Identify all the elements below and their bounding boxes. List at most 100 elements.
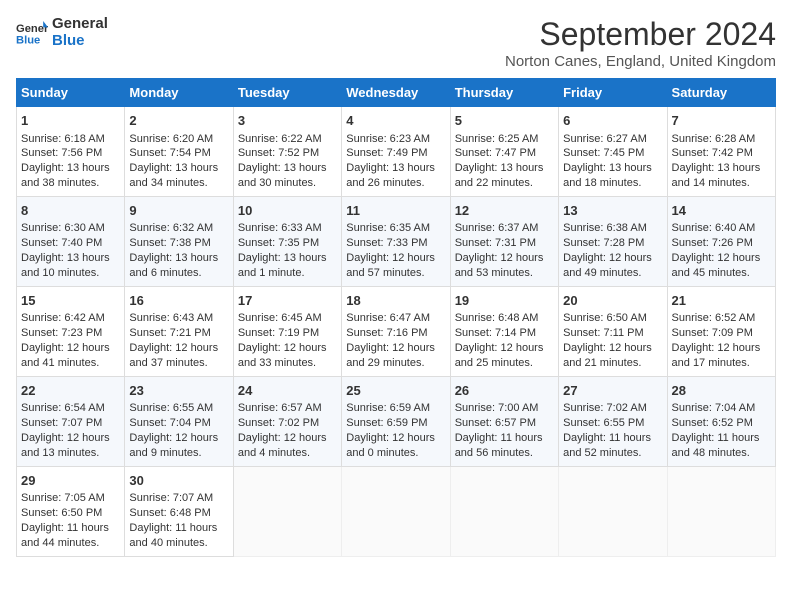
calendar-cell: 11 Sunrise: 6:35 AM Sunset: 7:33 PM Dayl… <box>342 196 450 286</box>
sunset-label: Sunset: 7:19 PM <box>238 327 319 339</box>
column-header-friday: Friday <box>559 79 667 107</box>
daylight-label: Daylight: 12 hours and 49 minutes. <box>563 252 652 279</box>
day-number: 27 <box>563 382 662 400</box>
sunrise-label: Sunrise: 6:55 AM <box>129 402 213 414</box>
sunrise-label: Sunrise: 6:40 AM <box>672 222 756 234</box>
daylight-label: Daylight: 12 hours and 33 minutes. <box>238 342 327 369</box>
day-number: 21 <box>672 292 771 310</box>
daylight-label: Daylight: 13 hours and 10 minutes. <box>21 252 110 279</box>
sunrise-label: Sunrise: 7:00 AM <box>455 402 539 414</box>
sunset-label: Sunset: 7:33 PM <box>346 237 427 249</box>
column-header-wednesday: Wednesday <box>342 79 450 107</box>
daylight-label: Daylight: 13 hours and 38 minutes. <box>21 162 110 189</box>
sunset-label: Sunset: 7:14 PM <box>455 327 536 339</box>
sunrise-label: Sunrise: 7:04 AM <box>672 402 756 414</box>
daylight-label: Daylight: 12 hours and 37 minutes. <box>129 342 218 369</box>
column-header-thursday: Thursday <box>450 79 558 107</box>
calendar-cell: 19 Sunrise: 6:48 AM Sunset: 7:14 PM Dayl… <box>450 286 558 376</box>
sunset-label: Sunset: 6:52 PM <box>672 417 753 429</box>
sunrise-label: Sunrise: 6:50 AM <box>563 312 647 324</box>
calendar-cell: 22 Sunrise: 6:54 AM Sunset: 7:07 PM Dayl… <box>17 376 125 466</box>
sunset-label: Sunset: 7:42 PM <box>672 147 753 159</box>
calendar-cell: 25 Sunrise: 6:59 AM Sunset: 6:59 PM Dayl… <box>342 376 450 466</box>
sunset-label: Sunset: 7:02 PM <box>238 417 319 429</box>
sunrise-label: Sunrise: 6:32 AM <box>129 222 213 234</box>
day-number: 26 <box>455 382 554 400</box>
sunrise-label: Sunrise: 6:45 AM <box>238 312 322 324</box>
day-number: 12 <box>455 202 554 220</box>
day-number: 17 <box>238 292 337 310</box>
sunrise-label: Sunrise: 6:38 AM <box>563 222 647 234</box>
day-number: 24 <box>238 382 337 400</box>
logo-line1: General <box>52 16 108 33</box>
sunset-label: Sunset: 7:49 PM <box>346 147 427 159</box>
calendar-cell: 17 Sunrise: 6:45 AM Sunset: 7:19 PM Dayl… <box>233 286 341 376</box>
daylight-label: Daylight: 13 hours and 1 minute. <box>238 252 327 279</box>
calendar-cell: 8 Sunrise: 6:30 AM Sunset: 7:40 PM Dayli… <box>17 196 125 286</box>
day-number: 11 <box>346 202 445 220</box>
day-number: 20 <box>563 292 662 310</box>
logo-icon: General Blue <box>16 19 48 47</box>
calendar-cell: 9 Sunrise: 6:32 AM Sunset: 7:38 PM Dayli… <box>125 196 233 286</box>
calendar-title: September 2024 <box>505 16 776 53</box>
calendar-cell: 6 Sunrise: 6:27 AM Sunset: 7:45 PM Dayli… <box>559 107 667 197</box>
column-header-sunday: Sunday <box>17 79 125 107</box>
sunset-label: Sunset: 7:54 PM <box>129 147 210 159</box>
daylight-label: Daylight: 13 hours and 30 minutes. <box>238 162 327 189</box>
calendar-cell <box>667 466 775 556</box>
calendar-cell: 3 Sunrise: 6:22 AM Sunset: 7:52 PM Dayli… <box>233 107 341 197</box>
sunrise-label: Sunrise: 6:33 AM <box>238 222 322 234</box>
daylight-label: Daylight: 13 hours and 14 minutes. <box>672 162 761 189</box>
calendar-cell: 21 Sunrise: 6:52 AM Sunset: 7:09 PM Dayl… <box>667 286 775 376</box>
sunset-label: Sunset: 7:21 PM <box>129 327 210 339</box>
daylight-label: Daylight: 12 hours and 4 minutes. <box>238 432 327 459</box>
daylight-label: Daylight: 11 hours and 52 minutes. <box>563 432 651 459</box>
daylight-label: Daylight: 12 hours and 53 minutes. <box>455 252 544 279</box>
calendar-cell: 16 Sunrise: 6:43 AM Sunset: 7:21 PM Dayl… <box>125 286 233 376</box>
calendar-cell: 5 Sunrise: 6:25 AM Sunset: 7:47 PM Dayli… <box>450 107 558 197</box>
daylight-label: Daylight: 12 hours and 57 minutes. <box>346 252 435 279</box>
calendar-cell: 10 Sunrise: 6:33 AM Sunset: 7:35 PM Dayl… <box>233 196 341 286</box>
daylight-label: Daylight: 11 hours and 44 minutes. <box>21 522 109 549</box>
day-number: 30 <box>129 472 228 490</box>
column-header-tuesday: Tuesday <box>233 79 341 107</box>
calendar-cell: 24 Sunrise: 6:57 AM Sunset: 7:02 PM Dayl… <box>233 376 341 466</box>
day-number: 7 <box>672 112 771 130</box>
sunrise-label: Sunrise: 6:28 AM <box>672 133 756 145</box>
page-header: General Blue General Blue September 2024… <box>16 16 776 70</box>
sunset-label: Sunset: 7:56 PM <box>21 147 102 159</box>
sunrise-label: Sunrise: 6:27 AM <box>563 133 647 145</box>
day-number: 5 <box>455 112 554 130</box>
day-number: 19 <box>455 292 554 310</box>
sunrise-label: Sunrise: 7:05 AM <box>21 492 105 504</box>
title-block: September 2024 Norton Canes, England, Un… <box>505 16 776 70</box>
daylight-label: Daylight: 12 hours and 9 minutes. <box>129 432 218 459</box>
daylight-label: Daylight: 13 hours and 18 minutes. <box>563 162 652 189</box>
day-number: 14 <box>672 202 771 220</box>
sunrise-label: Sunrise: 6:43 AM <box>129 312 213 324</box>
logo: General Blue General Blue <box>16 16 108 49</box>
sunrise-label: Sunrise: 6:47 AM <box>346 312 430 324</box>
sunset-label: Sunset: 7:28 PM <box>563 237 644 249</box>
calendar-cell: 13 Sunrise: 6:38 AM Sunset: 7:28 PM Dayl… <box>559 196 667 286</box>
calendar-subtitle: Norton Canes, England, United Kingdom <box>505 53 776 70</box>
daylight-label: Daylight: 12 hours and 21 minutes. <box>563 342 652 369</box>
day-number: 6 <box>563 112 662 130</box>
calendar-cell <box>233 466 341 556</box>
column-header-saturday: Saturday <box>667 79 775 107</box>
sunrise-label: Sunrise: 6:54 AM <box>21 402 105 414</box>
day-number: 13 <box>563 202 662 220</box>
daylight-label: Daylight: 12 hours and 29 minutes. <box>346 342 435 369</box>
calendar-cell: 15 Sunrise: 6:42 AM Sunset: 7:23 PM Dayl… <box>17 286 125 376</box>
sunset-label: Sunset: 7:04 PM <box>129 417 210 429</box>
calendar-cell: 29 Sunrise: 7:05 AM Sunset: 6:50 PM Dayl… <box>17 466 125 556</box>
daylight-label: Daylight: 13 hours and 6 minutes. <box>129 252 218 279</box>
daylight-label: Daylight: 11 hours and 56 minutes. <box>455 432 543 459</box>
sunrise-label: Sunrise: 6:48 AM <box>455 312 539 324</box>
calendar-cell: 18 Sunrise: 6:47 AM Sunset: 7:16 PM Dayl… <box>342 286 450 376</box>
daylight-label: Daylight: 11 hours and 40 minutes. <box>129 522 217 549</box>
column-header-monday: Monday <box>125 79 233 107</box>
calendar-cell: 30 Sunrise: 7:07 AM Sunset: 6:48 PM Dayl… <box>125 466 233 556</box>
sunset-label: Sunset: 7:52 PM <box>238 147 319 159</box>
day-number: 1 <box>21 112 120 130</box>
